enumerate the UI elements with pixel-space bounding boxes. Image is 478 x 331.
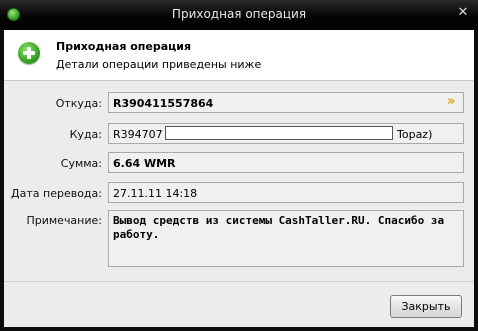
- note-label: Примечание:: [26, 214, 102, 227]
- title-bar[interactable]: Приходная операция ✕: [0, 0, 478, 30]
- to-value-prefix: R394707: [113, 128, 163, 141]
- amount-label: Сумма:: [60, 157, 102, 170]
- from-value: R390411557864: [113, 97, 214, 110]
- header-subtitle: Детали операции приведены ниже: [56, 58, 262, 71]
- close-button[interactable]: Закрыть: [390, 295, 462, 318]
- double-chevron-right-icon[interactable]: »: [447, 95, 459, 108]
- note-field[interactable]: Вывод средств из системы CashTaller.RU. …: [108, 210, 464, 267]
- close-icon[interactable]: ✕: [456, 6, 470, 20]
- date-value: 27.11.11 14:18: [113, 187, 198, 200]
- dialog-header: Приходная операция Детали операции приве…: [4, 30, 474, 81]
- window-title: Приходная операция: [171, 7, 307, 21]
- date-field[interactable]: 27.11.11 14:18: [108, 182, 464, 203]
- plus-icon: [18, 42, 40, 64]
- amount-field[interactable]: 6.64 WMR: [108, 152, 464, 173]
- to-label: Куда:: [69, 128, 102, 141]
- to-field[interactable]: R394707 Topaz): [108, 123, 464, 144]
- header-title: Приходная операция: [56, 40, 192, 53]
- transfer-dialog: Приходная операция ✕ Приходная операция …: [0, 0, 478, 331]
- from-field[interactable]: R390411557864 »: [108, 92, 464, 113]
- date-label: Дата перевода:: [11, 187, 102, 200]
- from-label: Откуда:: [55, 97, 102, 110]
- footer-divider: [4, 281, 474, 282]
- dialog-body: Приходная операция Детали операции приве…: [4, 30, 474, 327]
- to-value-suffix: Topaz): [397, 128, 433, 141]
- redaction-box: [165, 126, 393, 140]
- amount-value: 6.64 WMR: [113, 157, 176, 170]
